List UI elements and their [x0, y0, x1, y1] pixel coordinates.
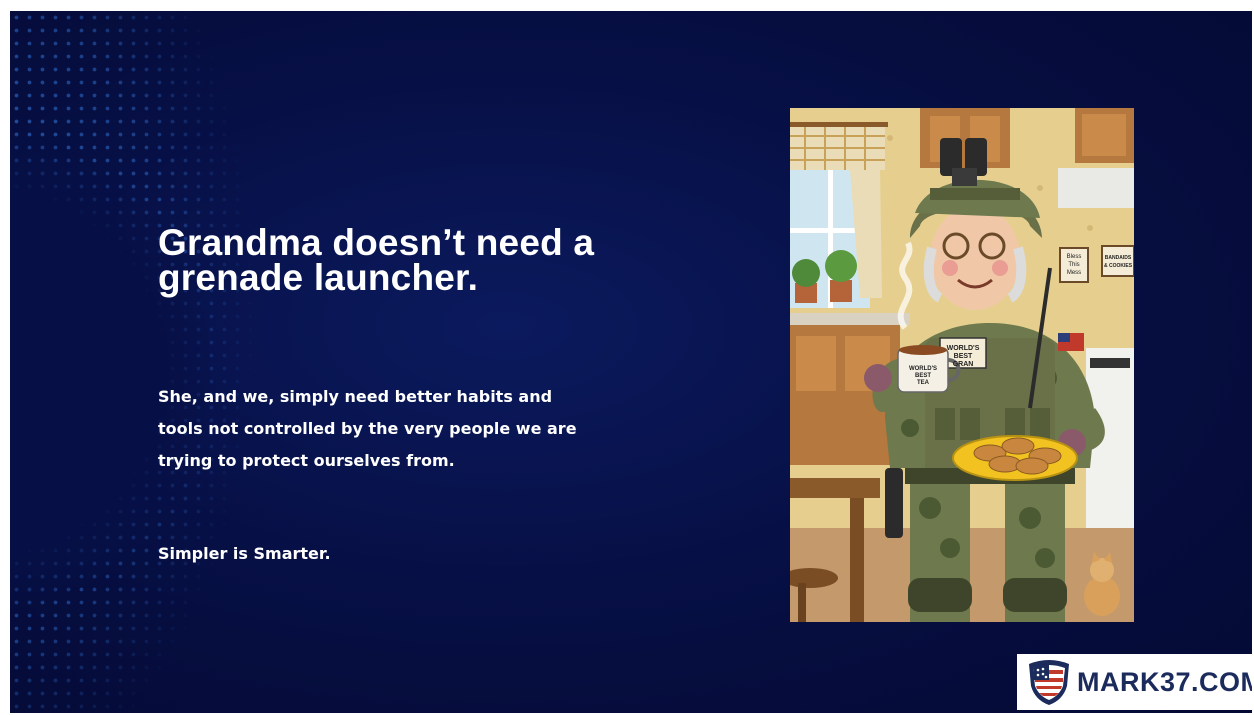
flag-shield-icon — [1029, 660, 1069, 705]
slide-headline: Grandma doesn’t need a grenade launcher. — [158, 222, 595, 298]
screen-frame: Grandma doesn’t need a grenade launcher.… — [0, 0, 1254, 715]
grandma-soldier-illustration: WORLD'S BEST GRAN WORLD'S BEST TEA Bless… — [790, 108, 1134, 622]
svg-text:& COOKIES: & COOKIES — [1104, 263, 1133, 269]
svg-text:Bless: Bless — [1067, 254, 1082, 260]
mark37-logo[interactable]: MARK37.COM — [1017, 654, 1252, 710]
slide-tagline: Simpler is Smarter. — [158, 544, 331, 563]
svg-text:This: This — [1068, 262, 1079, 268]
svg-text:WORLD'S: WORLD'S — [947, 345, 980, 352]
presentation-slide: Grandma doesn’t need a grenade launcher.… — [10, 11, 1252, 713]
svg-text:BEST: BEST — [915, 373, 931, 379]
svg-text:WORLD'S: WORLD'S — [909, 366, 937, 372]
svg-text:Mess: Mess — [1067, 270, 1081, 276]
logo-text: MARK37.COM — [1077, 666, 1252, 697]
svg-text:GRAN: GRAN — [953, 361, 974, 368]
svg-text:BANDAIDS: BANDAIDS — [1105, 255, 1132, 261]
svg-text:TEA: TEA — [917, 380, 930, 386]
svg-text:BEST: BEST — [954, 353, 973, 360]
slide-body-text: She, and we, simply need better habits a… — [158, 387, 577, 470]
